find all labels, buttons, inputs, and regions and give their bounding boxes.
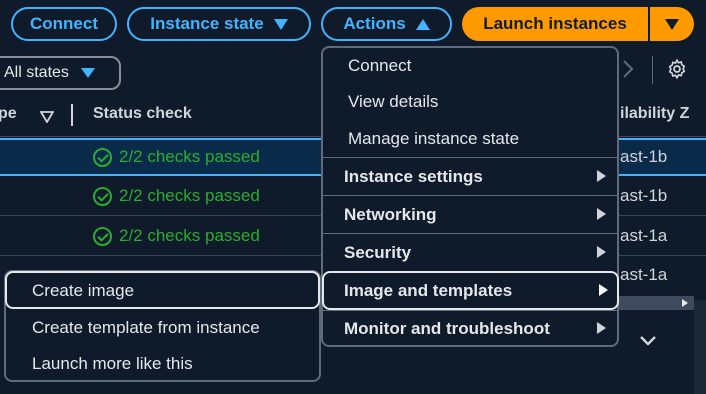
chevron-right-icon xyxy=(599,284,608,296)
menu-divider xyxy=(323,310,617,311)
state-filter-select[interactable]: All states xyxy=(0,56,121,90)
caret-down-icon xyxy=(80,68,95,78)
launch-dropdown-button[interactable] xyxy=(650,7,694,41)
chevron-right-icon xyxy=(597,170,606,182)
vertical-scrollbar[interactable] xyxy=(694,300,706,394)
connect-label: Connect xyxy=(30,14,98,33)
az-cell: ast-1b xyxy=(620,186,668,205)
menu-item-view-details[interactable]: View details xyxy=(348,92,438,112)
menu-divider xyxy=(323,233,617,234)
launch-instances-button[interactable]: Launch instances xyxy=(462,7,648,41)
chevron-right-icon xyxy=(597,246,606,258)
status-text: 2/2 checks passed xyxy=(119,147,260,166)
state-filter-label: All states xyxy=(4,64,69,81)
next-page-icon[interactable] xyxy=(622,58,634,80)
column-resizer[interactable] xyxy=(71,104,73,126)
instance-state-button[interactable]: Instance state xyxy=(127,7,311,41)
menu-item-manage-instance-state[interactable]: Manage instance state xyxy=(348,129,519,149)
gear-icon[interactable] xyxy=(666,58,688,80)
caret-down-icon xyxy=(273,18,288,30)
launch-label: Launch instances xyxy=(483,14,627,33)
toolbar-divider xyxy=(652,56,653,84)
actions-label: Actions xyxy=(343,14,406,33)
menu-group-monitor-and-troubleshoot[interactable]: Monitor and troubleshoot xyxy=(344,319,550,339)
menu-group-networking[interactable]: Networking xyxy=(344,205,437,225)
status-text: 2/2 checks passed xyxy=(119,186,260,205)
status-check-cell: 2/2 checks passed xyxy=(93,186,260,206)
menu-group-security[interactable]: Security xyxy=(344,243,411,263)
chevron-down-icon[interactable] xyxy=(638,334,658,353)
submenu-item-create-image[interactable]: Create image xyxy=(32,281,134,301)
az-cell: ast-1a xyxy=(620,265,668,284)
menu-item-connect[interactable]: Connect xyxy=(348,56,411,76)
caret-down-icon xyxy=(665,18,679,30)
actions-button[interactable]: Actions xyxy=(321,7,452,41)
connect-button[interactable]: Connect xyxy=(11,7,117,41)
column-header-type[interactable]: pe xyxy=(0,105,17,123)
chevron-right-icon xyxy=(597,208,606,220)
status-check-cell: 2/2 checks passed xyxy=(93,226,260,246)
check-circle-icon xyxy=(93,147,112,167)
status-check-cell: 2/2 checks passed xyxy=(93,147,260,167)
check-circle-icon xyxy=(93,186,112,206)
instance-state-label: Instance state xyxy=(150,14,264,33)
column-header-availability-zone[interactable]: ilability Z xyxy=(620,105,689,123)
menu-group-image-and-templates[interactable]: Image and templates xyxy=(344,281,512,301)
menu-divider xyxy=(323,157,617,158)
menu-divider xyxy=(323,195,617,196)
chevron-right-icon xyxy=(597,322,606,334)
caret-up-icon xyxy=(415,18,430,30)
column-header-status-check[interactable]: Status check xyxy=(93,105,192,123)
menu-group-instance-settings[interactable]: Instance settings xyxy=(344,167,483,187)
az-cell: ast-1a xyxy=(620,226,668,245)
check-circle-icon xyxy=(93,226,112,246)
sort-icon[interactable] xyxy=(39,110,55,128)
az-cell: ast-1b xyxy=(620,147,668,166)
submenu-item-create-template[interactable]: Create template from instance xyxy=(32,318,260,338)
submenu-item-launch-more-like-this[interactable]: Launch more like this xyxy=(32,354,193,374)
status-text: 2/2 checks passed xyxy=(119,226,260,245)
horizontal-scrollbar[interactable] xyxy=(612,296,694,310)
